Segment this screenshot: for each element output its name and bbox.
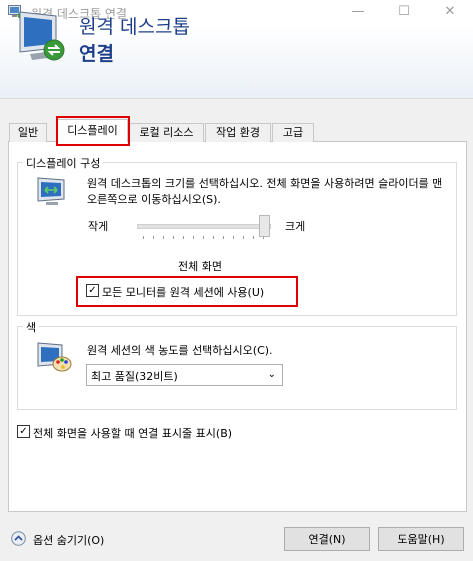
remote-desktop-monitor-icon (19, 11, 65, 61)
header-title-line1: 원격 데스크톱 (79, 16, 190, 38)
maximize-button[interactable]: ☐ (381, 0, 427, 26)
close-button[interactable]: ✕ (427, 0, 473, 26)
slider-min-label: 작게 (88, 220, 109, 233)
color-depth-select-value: 최고 품질(32비트) (91, 370, 178, 383)
all-monitors-label[interactable]: 모든 모니터를 원격 세션에 사용(U) (102, 284, 264, 300)
display-config-label: 디스플레이 구성 (23, 155, 104, 171)
display-size-slider-track[interactable] (137, 224, 271, 229)
slider-tick (183, 236, 184, 239)
display-size-icon (37, 177, 65, 205)
all-monitors-checkbox[interactable]: ✓ (86, 284, 99, 297)
tab-advanced[interactable]: 고급 (272, 123, 314, 142)
connect-button[interactable]: 연결(N) (284, 527, 370, 551)
header-divider (0, 98, 473, 99)
help-button[interactable]: 도움말(H) (378, 527, 464, 551)
slider-tick (243, 236, 244, 239)
color-group-label: 색 (23, 319, 40, 335)
slider-max-label: 크게 (285, 220, 306, 233)
slider-tick (143, 236, 144, 239)
display-size-slider-thumb[interactable] (259, 215, 270, 237)
tab-local-resources[interactable]: 로컬 리소스 (129, 123, 204, 142)
slider-tick (223, 236, 224, 239)
slider-tick (173, 236, 174, 239)
slider-tick (193, 236, 194, 239)
slider-tick (213, 236, 214, 239)
chevron-up-circle-icon[interactable] (11, 531, 26, 546)
chevron-down-icon: ⌄ (267, 369, 276, 380)
slider-tick (163, 236, 164, 239)
options-toggle-label[interactable]: 옵션 숨기기(O) (33, 532, 104, 548)
minimize-button[interactable]: — (335, 0, 381, 26)
header-title-line2: 연결 (79, 43, 114, 65)
slider-tick (233, 236, 234, 239)
slider-value-label: 전체 화면 (178, 260, 222, 273)
slider-tick (203, 236, 204, 239)
color-description: 원격 세션의 색 농도를 선택하십시오(C). (87, 344, 273, 357)
tab-experience[interactable]: 작업 환경 (205, 123, 271, 142)
display-description: 원격 데스크톱의 크기를 선택하십시오. 전체 화면을 사용하려면 슬라이더를 … (87, 177, 443, 206)
connection-bar-checkbox[interactable]: ✓ (17, 425, 30, 438)
tab-highlight-box (56, 116, 130, 146)
color-palette-monitor-icon (37, 342, 72, 372)
tab-general[interactable]: 일반 (9, 123, 47, 142)
slider-tick (253, 236, 254, 239)
color-depth-select[interactable]: 최고 품질(32비트) ⌄ (86, 364, 283, 386)
connection-bar-label[interactable]: 전체 화면을 사용할 때 연결 표시줄 표시(B) (33, 425, 232, 441)
slider-tick (153, 236, 154, 239)
